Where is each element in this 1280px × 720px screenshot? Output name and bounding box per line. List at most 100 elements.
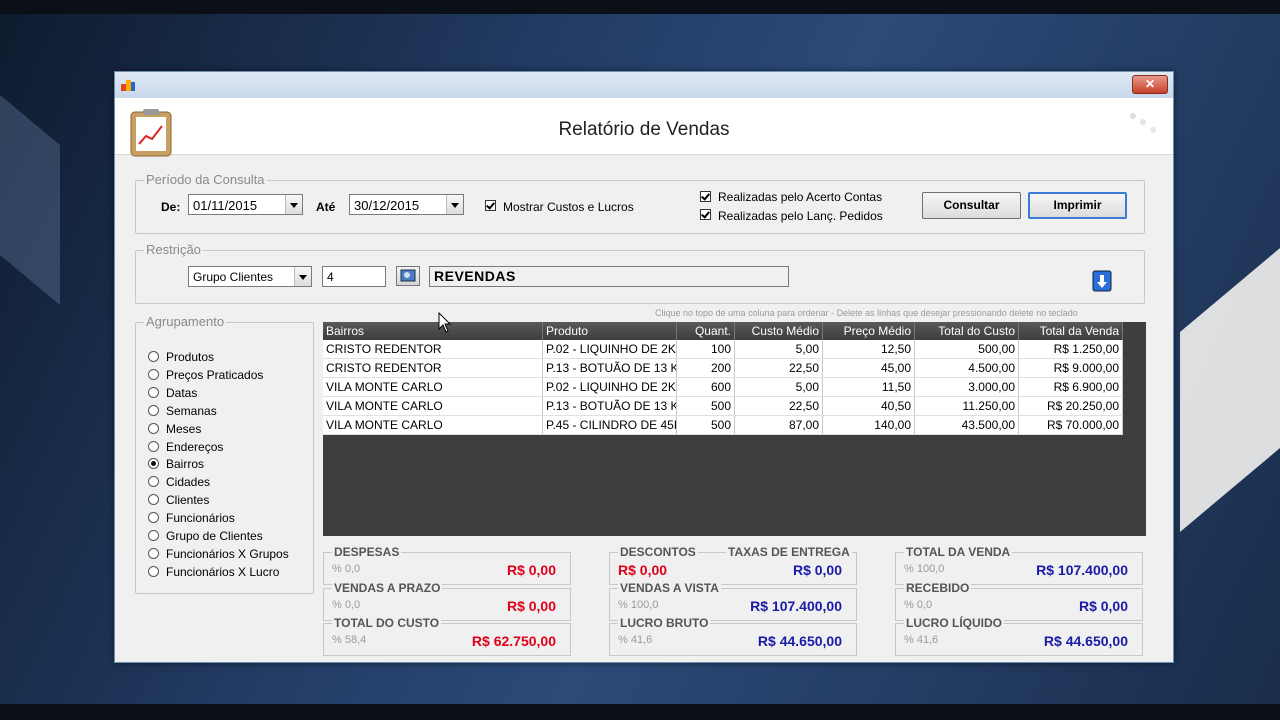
table-cell: 22,50 bbox=[734, 358, 823, 378]
table-cell: R$ 20.250,00 bbox=[1018, 396, 1123, 416]
de-date-field[interactable]: 01/11/2015 bbox=[188, 194, 303, 215]
agrupamento-radio[interactable] bbox=[148, 351, 159, 362]
chevron-down-icon[interactable] bbox=[446, 195, 463, 214]
total-custo-value: R$ 62.750,00 bbox=[471, 633, 556, 649]
vendas-prazo-pct: % 0,0 bbox=[332, 599, 361, 611]
agrupamento-option-label[interactable]: Clientes bbox=[166, 493, 209, 507]
consultar-button[interactable]: Consultar bbox=[922, 192, 1021, 219]
vendas-vista-pct: % 100,0 bbox=[618, 599, 659, 611]
grid-hint-text: Clique no topo de uma coluna para ordena… bbox=[655, 308, 1078, 318]
table-cell: R$ 9.000,00 bbox=[1018, 358, 1123, 378]
table-row[interactable]: VILA MONTE CARLO P.13 - BOTUÃO DE 13 KG 50… bbox=[323, 396, 1123, 416]
table-cell: 5,00 bbox=[734, 377, 823, 397]
table-cell: 11.250,00 bbox=[914, 396, 1019, 416]
lucro-bruto-pct: % 41,6 bbox=[618, 634, 653, 646]
table-cell: 45,00 bbox=[822, 358, 915, 378]
column-header[interactable]: Total da Venda bbox=[1018, 322, 1123, 340]
table-cell: R$ 70.000,00 bbox=[1018, 415, 1123, 435]
table-body: CRISTO REDENTOR P.02 - LIQUINHO DE 2KG 100… bbox=[323, 340, 1123, 435]
table-cell: P.13 - BOTUÃO DE 13 KG bbox=[542, 358, 677, 378]
mostrar-custos-label: Mostrar Custos e Lucros bbox=[503, 200, 634, 214]
total-venda-value: R$ 107.400,00 bbox=[1036, 562, 1128, 578]
restricao-type-select[interactable]: Grupo Clientes bbox=[188, 266, 312, 287]
window-title: Relatório de Vendas bbox=[558, 119, 730, 140]
acerto-contas-checkbox[interactable] bbox=[700, 191, 711, 202]
desktop-bottom-bar bbox=[0, 704, 1280, 720]
sales-table: Bairros Produto Quant. Custo Médio Preço Méd… bbox=[323, 322, 1123, 435]
vendas-vista-title: VENDAS A VISTA bbox=[618, 581, 721, 595]
agrupamento-option-label[interactable]: Preços Praticados bbox=[166, 368, 263, 382]
agrupamento-option-label[interactable]: Funcionários X Lucro bbox=[166, 565, 279, 579]
agrupamento-radio[interactable] bbox=[148, 565, 159, 577]
chevron-down-icon[interactable] bbox=[285, 195, 302, 214]
column-header[interactable]: Produto bbox=[542, 322, 677, 340]
vendas-prazo-value: R$ 0,00 bbox=[506, 598, 556, 614]
table-cell: 600 bbox=[676, 377, 735, 397]
ate-label: Até bbox=[316, 200, 336, 214]
table-row[interactable]: VILA MONTE CARLOP.45 - CILINDRO DE 45KG5… bbox=[323, 415, 1123, 435]
total-custo-box: TOTAL DO CUSTO % 58,4 R$ 62.750,00 bbox=[323, 616, 571, 656]
total-custo-title: TOTAL DO CUSTO bbox=[332, 616, 442, 630]
periodo-legend: Período da Consulta bbox=[144, 172, 267, 187]
agrupamento-radio[interactable] bbox=[148, 422, 159, 434]
download-arrow-icon[interactable] bbox=[1092, 270, 1112, 292]
lucro-bruto-title: LUCRO BRUTO bbox=[618, 616, 711, 630]
app-icon bbox=[121, 80, 135, 91]
recebido-title: RECEBIDO bbox=[904, 581, 972, 595]
agrupamento-legend: Agrupamento bbox=[144, 314, 227, 329]
restricao-code-input[interactable]: 4 bbox=[322, 266, 386, 287]
chevron-down-icon[interactable] bbox=[294, 267, 311, 286]
column-header[interactable]: Bairros bbox=[323, 322, 543, 340]
table-row[interactable]: CRISTO REDENTOR P.02 - LIQUINHO DE 2KG 100… bbox=[323, 340, 1123, 359]
table-cell: VILA MONTE CARLO bbox=[323, 415, 543, 435]
agrupamento-radio[interactable] bbox=[148, 368, 159, 380]
table-cell: P.02 - LIQUINHO DE 2KG bbox=[542, 340, 677, 359]
agrupamento-radio[interactable] bbox=[148, 547, 159, 559]
decorative-dots-icon bbox=[1130, 113, 1156, 133]
column-header[interactable]: Preço Médio bbox=[822, 322, 915, 340]
close-button[interactable]: ✕ bbox=[1132, 75, 1168, 94]
agrupamento-option-label[interactable]: Meses bbox=[166, 422, 201, 436]
column-header[interactable]: Total do Custo bbox=[914, 322, 1019, 340]
lanc-pedidos-checkbox[interactable] bbox=[700, 209, 711, 220]
agrupamento-option-label[interactable]: Endereços bbox=[166, 440, 223, 454]
sales-grid[interactable]: Bairros Produto Quant. Custo Médio Preço Méd… bbox=[323, 322, 1146, 536]
lanc-pedidos-label: Realizadas pelo Lanç. Pedidos bbox=[718, 209, 883, 223]
table-cell: 500 bbox=[676, 415, 735, 435]
table-cell: 12,50 bbox=[822, 340, 915, 359]
agrupamento-option-label[interactable]: Grupo de Clientes bbox=[166, 529, 263, 543]
table-row[interactable]: CRISTO REDENTOR P.13 - BOTUÃO DE 13 KG 200… bbox=[323, 358, 1123, 378]
column-header[interactable]: Custo Médio bbox=[734, 322, 823, 340]
search-lookup-button[interactable] bbox=[396, 266, 420, 286]
agrupamento-radio[interactable] bbox=[148, 404, 159, 416]
agrupamento-option-label[interactable]: Funcionários X Grupos bbox=[166, 547, 289, 561]
table-cell: VILA MONTE CARLO bbox=[323, 377, 543, 397]
table-cell: 500 bbox=[676, 396, 735, 416]
table-cell: 11,50 bbox=[822, 377, 915, 397]
agrupamento-radio[interactable] bbox=[148, 386, 159, 398]
table-row[interactable]: VILA MONTE CARLO P.02 - LIQUINHO DE 2KG 60… bbox=[323, 377, 1123, 397]
table-cell: 140,00 bbox=[822, 415, 915, 435]
total-venda-title: TOTAL DA VENDA bbox=[904, 545, 1013, 559]
agrupamento-option-label[interactable]: Bairros bbox=[166, 457, 204, 471]
taxas-value: R$ 0,00 bbox=[792, 562, 842, 578]
despesas-pct: % 0,0 bbox=[332, 563, 361, 575]
agrupamento-option-label[interactable]: Datas bbox=[166, 386, 197, 400]
ate-date-field[interactable]: 30/12/2015 bbox=[349, 194, 464, 215]
table-cell: VILA MONTE CARLO bbox=[323, 396, 543, 416]
vendas-prazo-title: VENDAS A PRAZO bbox=[332, 581, 443, 595]
agrupamento-option-label[interactable]: Semanas bbox=[166, 404, 217, 418]
agrupamento-radio[interactable] bbox=[148, 530, 159, 541]
total-custo-pct: % 58,4 bbox=[332, 634, 367, 646]
agrupamento-option-label[interactable]: Produtos bbox=[166, 350, 214, 364]
agrupamento-option-label[interactable]: Cidades bbox=[166, 475, 210, 489]
agrupamento-radio[interactable] bbox=[148, 440, 159, 452]
agrupamento-option-label[interactable]: Funcionários bbox=[166, 511, 235, 525]
mostrar-custos-checkbox[interactable] bbox=[485, 200, 496, 211]
column-header[interactable]: Quant. bbox=[676, 322, 735, 340]
table-cell: R$ 6.900,00 bbox=[1018, 377, 1123, 397]
lucro-liquido-box: LUCRO LÍQUIDO % 41,6 R$ 44.650,00 bbox=[895, 616, 1143, 656]
restricao-legend: Restrição bbox=[144, 242, 203, 257]
imprimir-button[interactable]: Imprimir bbox=[1028, 192, 1127, 219]
restricao-type-value: Grupo Clientes bbox=[193, 270, 274, 284]
